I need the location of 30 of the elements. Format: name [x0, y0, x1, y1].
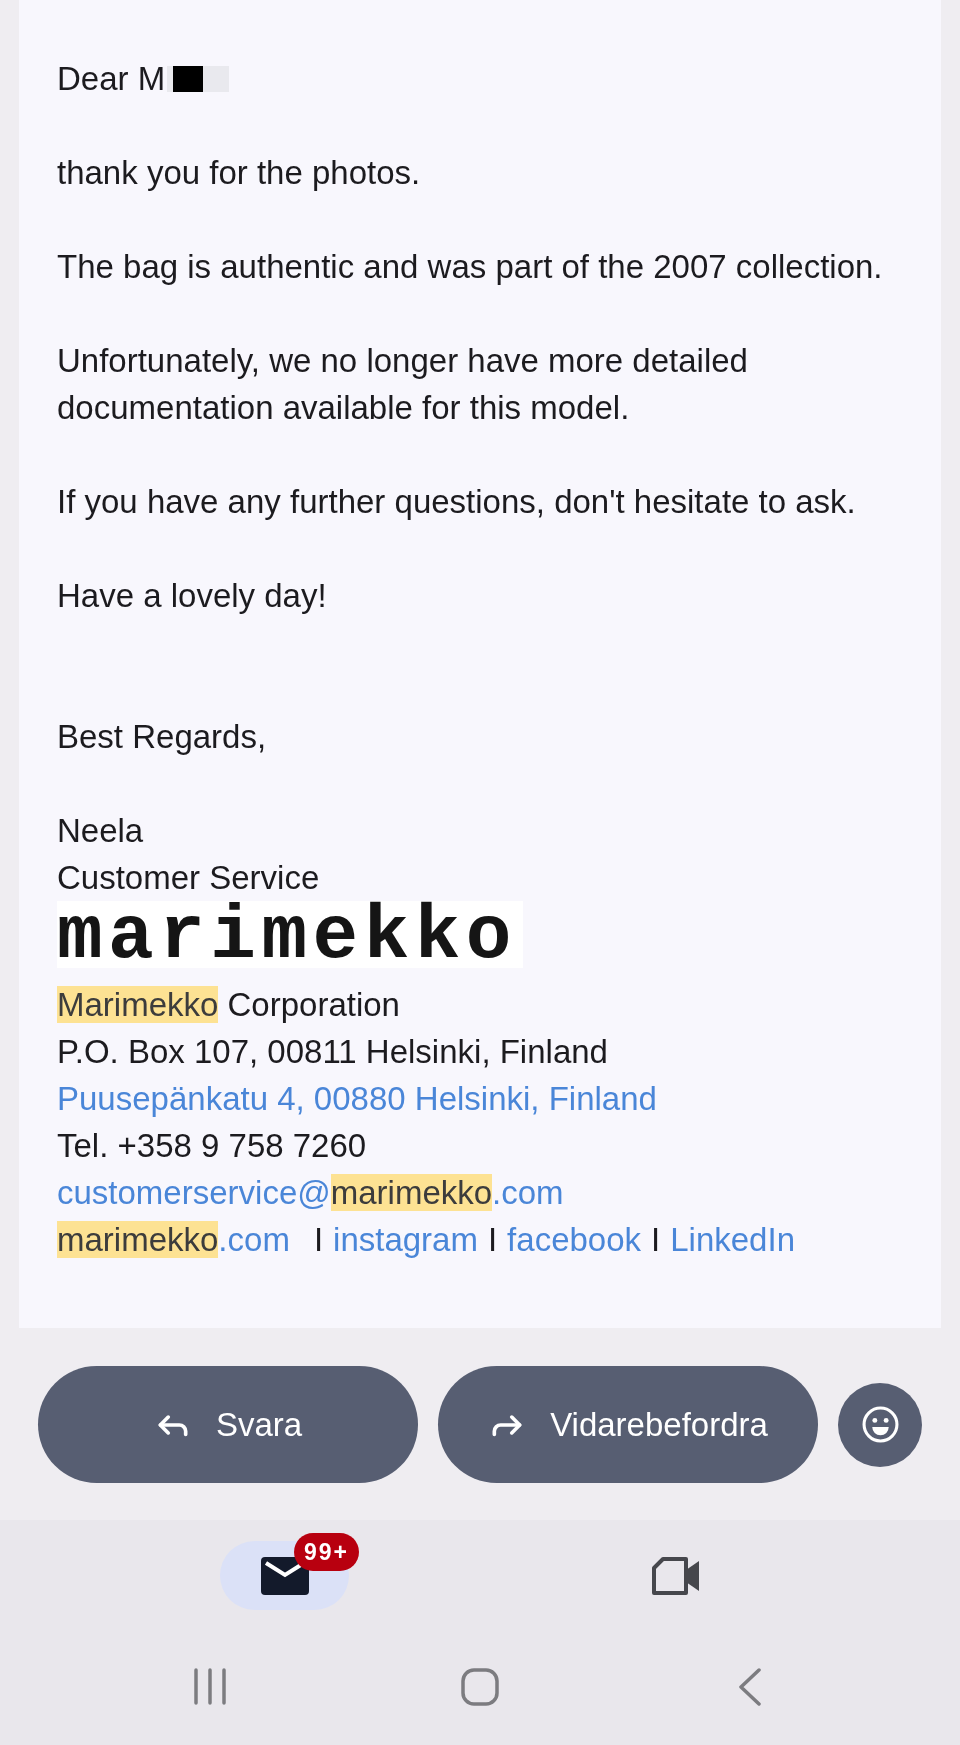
message-paragraph: Have a lovely day! [57, 576, 328, 616]
message-paragraph: The bag is authentic and was part of the 2007 collection. [57, 247, 884, 287]
back-icon[interactable] [738, 1668, 762, 1706]
link-separator: I [651, 1220, 661, 1260]
message-paragraph: If you have any further questions, don't hesitate to ask. [57, 482, 857, 522]
smiley-icon [861, 1406, 899, 1443]
home-icon[interactable] [461, 1668, 499, 1706]
sender-role: Customer Service [57, 858, 321, 898]
recent-apps-icon[interactable] [193, 1668, 227, 1705]
redaction-block [167, 65, 230, 92]
street-address-link[interactable]: Puusepänkatu 4, 00880 Helsinki, Finland [57, 1075, 657, 1122]
postal-address: P.O. Box 107, 00811 Helsinki, Finland [57, 1032, 608, 1072]
unread-count-badge: 99+ [294, 1533, 359, 1571]
video-camera-icon [651, 1556, 700, 1595]
phone-number: Tel. +358 9 758 7260 [57, 1126, 367, 1166]
salutation-text: Dear M [57, 59, 166, 99]
instagram-link[interactable]: instagram [333, 1216, 478, 1263]
closing-text: Best Regards, [57, 717, 268, 757]
facebook-link[interactable]: facebook [507, 1216, 642, 1263]
link-separator: I [487, 1220, 498, 1260]
link-separator: I [313, 1220, 324, 1260]
message-paragraph: Unfortunately, we no longer have more detailed documentation available for this model. [57, 341, 749, 428]
message-paragraph: thank you for the photos. [57, 153, 422, 193]
brand-logo: marimekko [57, 901, 523, 968]
email-link[interactable]: customerservice@marimekko.com [57, 1169, 564, 1216]
sender-name: Neela [57, 811, 145, 851]
linkedin-link[interactable]: LinkedIn [670, 1216, 795, 1263]
reply-button[interactable]: Svara [38, 1366, 418, 1483]
company-name: Marimekko Corporation [57, 985, 400, 1025]
forward-button[interactable]: Vidarebefordra [438, 1366, 818, 1483]
